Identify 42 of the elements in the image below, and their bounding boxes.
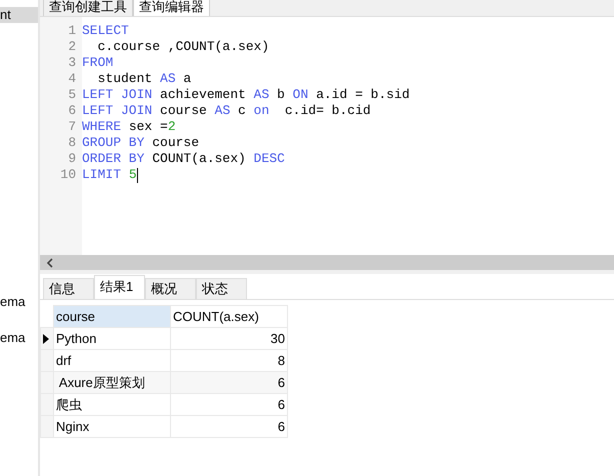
code-line: LEFT JOIN course AS c on c.id= b.cid — [82, 103, 371, 119]
column-header[interactable]: course — [54, 306, 170, 328]
table-cell: Nginx — [54, 416, 170, 438]
result-tab[interactable]: 结果1 — [94, 275, 145, 299]
table-cell: 6 — [170, 394, 288, 416]
sidebar-item[interactable]: ema — [0, 330, 38, 346]
table-cell: 30 — [170, 328, 288, 350]
table-cell: Axure原型策划 — [54, 372, 170, 394]
row-indicator[interactable] — [40, 328, 54, 350]
table-cell: Python — [54, 328, 170, 350]
code-line: student AS a — [96, 71, 192, 87]
sidebar-item[interactable]: nt — [0, 7, 38, 23]
result-tab[interactable]: 概况 — [145, 278, 196, 299]
current-row-icon — [43, 334, 49, 344]
code-line: ORDER BY COUNT(a.sex) DESC — [82, 151, 285, 167]
line-number: 7 — [67, 119, 76, 135]
code-line: SELECT — [82, 23, 129, 39]
scroll-left-icon[interactable] — [46, 258, 54, 268]
code-line: FROM — [82, 55, 114, 71]
code-line: WHERE sex =2 — [82, 119, 176, 135]
line-number: 6 — [67, 103, 76, 119]
sidebar-item[interactable]: ema — [0, 294, 38, 310]
code-line: LIMIT 5 — [82, 167, 137, 183]
line-number: 2 — [67, 39, 76, 55]
result-tab[interactable]: 状态 — [196, 278, 247, 299]
line-number: 9 — [67, 151, 76, 167]
code-line: c.course ,COUNT(a.sex) — [96, 39, 270, 55]
line-number: 1 — [67, 23, 76, 39]
line-number: 8 — [67, 135, 76, 151]
line-number: 3 — [67, 55, 76, 71]
code-line: LEFT JOIN achievement AS b ON a.id = b.sid — [82, 87, 410, 103]
editor-tab[interactable]: 查询编辑器 — [133, 0, 210, 16]
table-cell: 6 — [170, 416, 288, 438]
editor-tab[interactable]: 查询创建工具 — [43, 0, 133, 16]
line-number: 5 — [67, 87, 76, 103]
code-line: GROUP BY course — [82, 135, 200, 151]
result-tab[interactable]: 信息 — [43, 278, 94, 299]
table-cell: 6 — [170, 372, 288, 394]
table-cell: 爬虫 — [54, 394, 170, 416]
column-header[interactable]: COUNT(a.sex) — [170, 306, 288, 328]
line-number: 4 — [67, 71, 76, 87]
line-number: 10 — [59, 167, 76, 183]
